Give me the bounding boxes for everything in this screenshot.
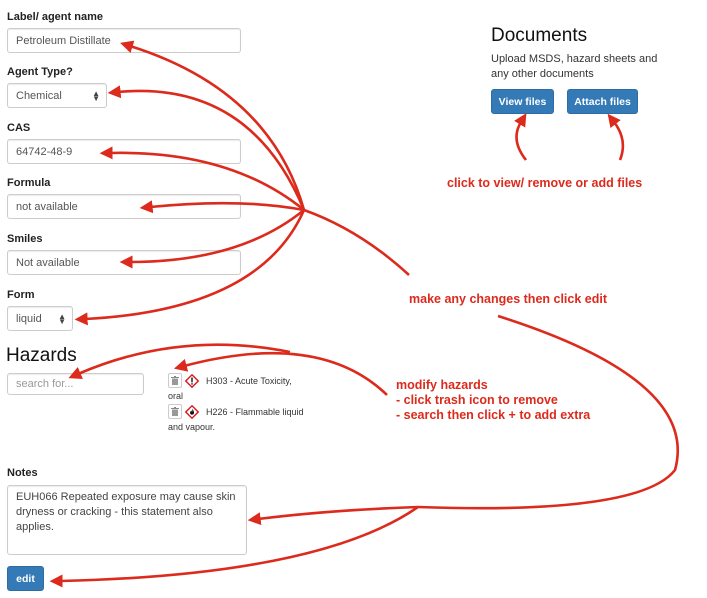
hazard-search-input[interactable]: search for...: [7, 373, 144, 395]
agent-type-select[interactable]: Chemical ▲ ▼: [7, 83, 107, 108]
arrow-to-search: [68, 343, 291, 379]
hazards-annotation-line: - click trash icon to remove: [396, 393, 558, 407]
hazard-text-continuation: and vapour.: [168, 422, 216, 432]
form-label: Form: [7, 289, 35, 301]
arrow-to-attach-files: [607, 113, 625, 161]
select-arrows-icon: ▲ ▼: [92, 88, 100, 103]
files-annotation: click to view/ remove or add files: [447, 176, 643, 190]
formula-label: Formula: [7, 177, 51, 189]
documents-title: Documents: [491, 25, 588, 46]
label-name-value: Petroleum Distillate: [16, 34, 111, 47]
hazard-text: H303 - Acute Toxicity,: [206, 375, 292, 386]
smiles-input[interactable]: Not available: [7, 250, 241, 275]
arrow-to-notes: [247, 505, 419, 526]
cas-value: 64742-48-9: [16, 145, 73, 158]
notes-value: EUH066 Repeated exposure may cause skin …: [16, 491, 236, 533]
notes-label: Notes: [7, 467, 38, 479]
agent-type-value: Chemical: [16, 89, 62, 102]
agent-type-label: Agent Type?: [7, 66, 73, 78]
arrow-main-to-edit-text: [303, 208, 410, 276]
label-name-input[interactable]: Petroleum Distillate: [7, 28, 241, 53]
form-select[interactable]: liquid ▲ ▼: [7, 306, 73, 331]
exclamation-icon: [185, 373, 199, 388]
documents-description: Upload MSDS, hazard sheets and any other…: [491, 53, 658, 80]
arrow-to-view-files: [514, 113, 528, 161]
label-name-label: Label/ agent name: [7, 11, 103, 23]
hazards-title: Hazards: [6, 345, 77, 366]
form-value: liquid: [16, 312, 42, 325]
hazard-text: H226 - Flammable liquid: [206, 406, 304, 417]
flame-icon: [185, 404, 199, 419]
hazard-item: H303 - Acute Toxicity, oral: [168, 373, 292, 401]
select-arrows-icon: ▲ ▼: [58, 311, 66, 326]
smiles-label: Smiles: [7, 233, 43, 245]
cas-label: CAS: [7, 122, 31, 134]
view-files-button[interactable]: View files: [491, 89, 554, 114]
trash-icon: [171, 407, 179, 416]
smiles-value: Not available: [16, 256, 80, 269]
hazards-annotation-line: modify hazards: [396, 378, 488, 392]
formula-value: not available: [16, 200, 78, 213]
edit-annotation: make any changes then click edit: [409, 292, 607, 306]
trash-icon: [171, 376, 179, 385]
edit-button[interactable]: edit: [7, 566, 44, 591]
hazards-annotation: modify hazards - click trash icon to rem…: [396, 378, 590, 423]
hazards-annotation-line: - search then click + to add extra: [396, 408, 591, 422]
hazard-item: H226 - Flammable liquid and vapour.: [168, 404, 304, 432]
trash-button[interactable]: [168, 373, 182, 388]
cas-input[interactable]: 64742-48-9: [7, 139, 241, 164]
attach-files-button[interactable]: Attach files: [567, 89, 638, 114]
arrow-to-label: [120, 40, 306, 211]
hazard-text-continuation: oral: [168, 391, 184, 401]
hazard-search-placeholder: search for...: [16, 378, 74, 390]
trash-button[interactable]: [168, 404, 182, 419]
formula-input[interactable]: not available: [7, 194, 241, 219]
notes-textarea[interactable]: EUH066 Repeated exposure may cause skin …: [7, 485, 247, 555]
